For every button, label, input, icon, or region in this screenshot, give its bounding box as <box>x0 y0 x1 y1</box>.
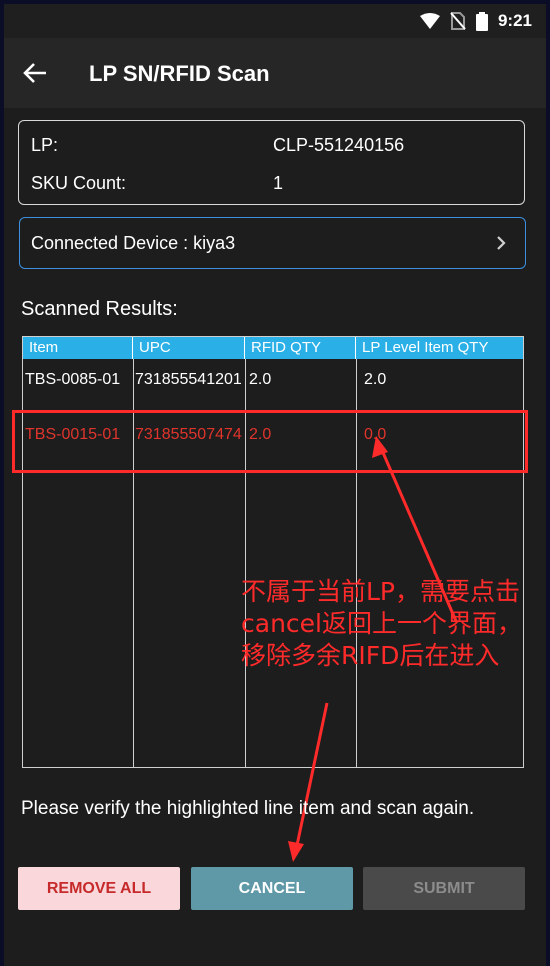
status-bar: 9:21 <box>4 4 546 38</box>
clock-time: 9:21 <box>497 11 532 30</box>
submit-button[interactable]: SUBMIT <box>363 867 525 910</box>
sku-count-label: SKU Count: <box>31 173 127 193</box>
row-lp-qty: 2.0 <box>364 371 387 388</box>
remove-all-button[interactable]: REMOVE ALL <box>18 867 180 910</box>
lp-info-card: LP: CLP-551240156 SKU Count: 1 <box>18 120 525 205</box>
column-header-upc: UPC <box>133 337 245 359</box>
status-icons: 9:21 <box>419 11 532 31</box>
page-title: LP SN/RFID Scan <box>89 61 270 86</box>
cancel-button[interactable]: CANCEL <box>191 867 353 910</box>
arrow-left-icon[interactable] <box>22 60 48 86</box>
row-item: TBS-0085-01 <box>25 371 121 388</box>
app-screen: 9:21 LP SN/RFID Scan LP: CLP-551240156 S… <box>4 4 546 966</box>
annotation-note: 不属于当前LP，需要点击cancel返回上一个界面，移除多余RIFD后在进入 <box>241 577 522 670</box>
row-upc: 731855541201 <box>135 371 242 388</box>
wifi-icon <box>419 13 440 29</box>
annotation-highlight-box <box>12 410 528 473</box>
row-rfid-qty: 2.0 <box>249 371 272 388</box>
column-header-lp-qty: LP Level Item QTY <box>362 339 489 356</box>
column-header-item: Item <box>23 337 133 359</box>
scanned-results-title: Scanned Results: <box>21 298 178 320</box>
table-header: Item UPC RFID QTY LP Level Item QTY <box>23 337 523 359</box>
connected-device-label: Connected Device : kiya3 <box>31 233 236 253</box>
verify-message: Please verify the highlighted line item … <box>21 798 475 819</box>
main-content: LP: CLP-551240156 SKU Count: 1 Connected… <box>4 108 546 966</box>
no-sim-icon <box>450 12 466 30</box>
lp-label: LP: <box>31 135 59 155</box>
battery-icon <box>475 11 488 31</box>
lp-value: CLP-551240156 <box>273 135 405 155</box>
sku-count-value: 1 <box>273 173 284 193</box>
column-header-rfid-qty: RFID QTY <box>245 337 356 359</box>
connected-device-row[interactable]: Connected Device : kiya3 <box>19 217 526 269</box>
scanned-results-table: Item UPC RFID QTY LP Level Item QTY TBS-… <box>22 336 524 768</box>
app-bar: LP SN/RFID Scan <box>4 38 546 108</box>
chevron-right-icon <box>497 236 506 250</box>
